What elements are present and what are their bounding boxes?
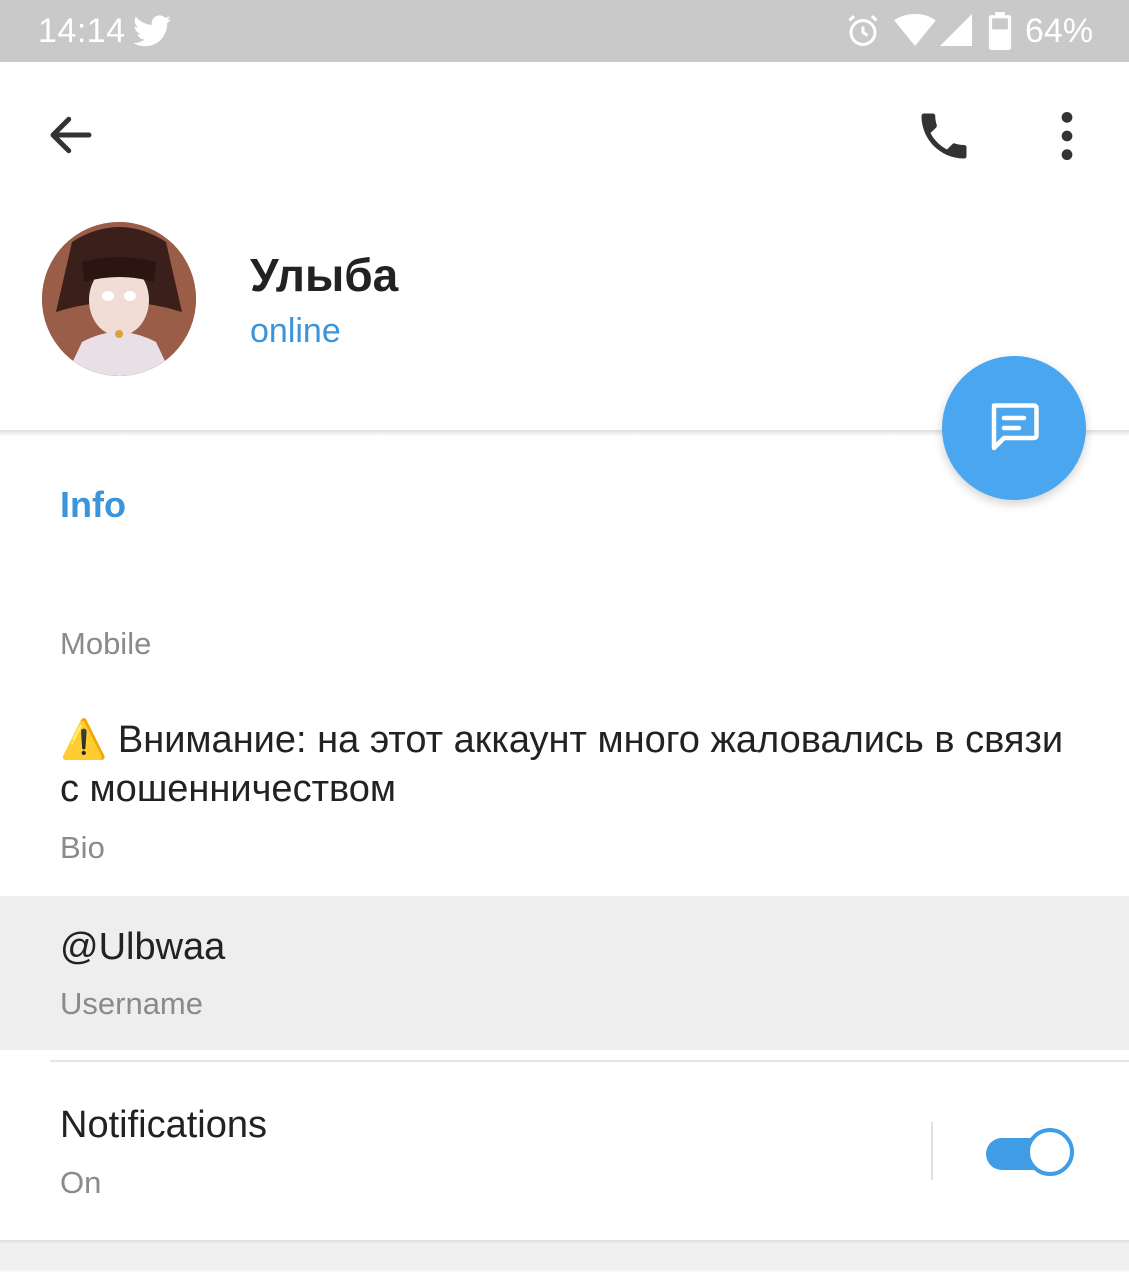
signal-icon [940,14,972,46]
phone-label: Mobile [60,626,152,661]
status-time: 14:14 [38,12,126,50]
notifications-toggle[interactable] [986,1128,1076,1178]
profile-status: online [250,312,341,350]
more-vert-icon[interactable] [1050,108,1084,164]
back-arrow-icon[interactable] [44,108,98,162]
info-section-title: Info [60,484,126,525]
avatar[interactable] [42,222,196,376]
username-label: Username [60,986,203,1021]
notifications-title[interactable]: Notifications [60,1104,267,1147]
battery-icon [988,12,1012,50]
toggle-thumb [1026,1128,1074,1176]
message-icon [991,403,1039,451]
wifi-icon [894,14,936,46]
bio-text[interactable]: ⚠️ Внимание: на этот аккаунт много жалов… [60,716,1090,814]
notifications-value: On [60,1165,102,1200]
alarm-icon [848,14,878,46]
battery-percentage: 64% [1025,12,1094,50]
status-bar: 14:14 64% [0,0,1129,62]
username-value: @Ulbwaa [60,926,226,968]
bio-label: Bio [60,830,105,865]
section-shadow [0,1240,1129,1280]
username-row[interactable] [0,896,1129,1050]
row-divider [50,1060,1129,1062]
profile-name: Улыба [250,249,399,301]
message-button[interactable] [942,356,1086,500]
twitter-icon [133,15,171,47]
notifications-separator [931,1122,933,1180]
profile-screen: 14:14 64% Улыба online Info Mobile ⚠️ Вн… [0,0,1129,1280]
avatar-image [42,222,196,376]
phone-icon[interactable] [914,106,974,166]
